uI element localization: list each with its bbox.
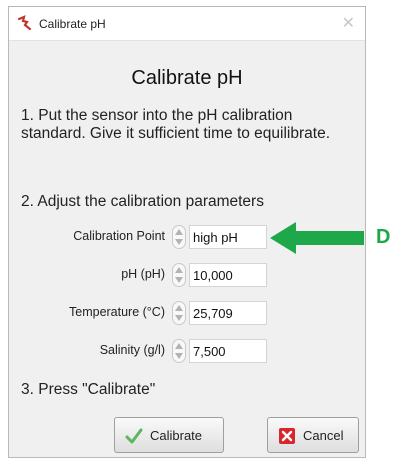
- calibrate-button[interactable]: Calibrate: [114, 417, 224, 453]
- cancel-button[interactable]: Cancel: [267, 417, 359, 453]
- calibration-point-label: Calibration Point: [73, 229, 165, 243]
- temperature-spinner-icon[interactable]: [172, 301, 186, 325]
- salinity-label: Salinity (g/l): [99, 343, 165, 357]
- app-logo-icon: [17, 15, 32, 31]
- salinity-spinner-icon[interactable]: [172, 339, 186, 363]
- temperature-field[interactable]: 25,709: [189, 301, 267, 325]
- dialog-heading: Calibrate pH: [131, 67, 243, 89]
- temperature-label: Temperature (°C): [69, 305, 165, 319]
- temperature-row: Temperature (°C) 25,709: [9, 301, 365, 325]
- close-icon[interactable]: ✕: [342, 13, 355, 33]
- ph-spinner-icon[interactable]: [172, 263, 186, 287]
- calibration-point-spinner-icon[interactable]: [172, 225, 186, 249]
- calibration-point-field[interactable]: high pH: [189, 225, 267, 249]
- calibrate-button-label: Calibrate: [150, 428, 203, 443]
- check-icon: [125, 428, 143, 444]
- salinity-field[interactable]: 7,500: [189, 339, 267, 363]
- window-title: Calibrate pH: [39, 17, 106, 31]
- salinity-row: Salinity (g/l) 7,500: [9, 339, 365, 363]
- ph-field[interactable]: 10,000: [189, 263, 267, 287]
- step-3-text: 3. Press "Calibrate": [21, 381, 156, 398]
- green-arrow-icon: [270, 222, 364, 254]
- step-1-text: 1. Put the sensor into the pH calibratio…: [21, 107, 331, 142]
- ph-row: pH (pH) 10,000: [9, 263, 365, 287]
- red-x-icon: [279, 428, 295, 444]
- cancel-button-label: Cancel: [303, 428, 344, 443]
- title-bar: Calibrate pH ✕: [9, 7, 365, 41]
- step-2-text: 2. Adjust the calibration parameters: [21, 193, 264, 210]
- ph-label: pH (pH): [121, 267, 165, 281]
- annotation-label: D: [376, 226, 391, 248]
